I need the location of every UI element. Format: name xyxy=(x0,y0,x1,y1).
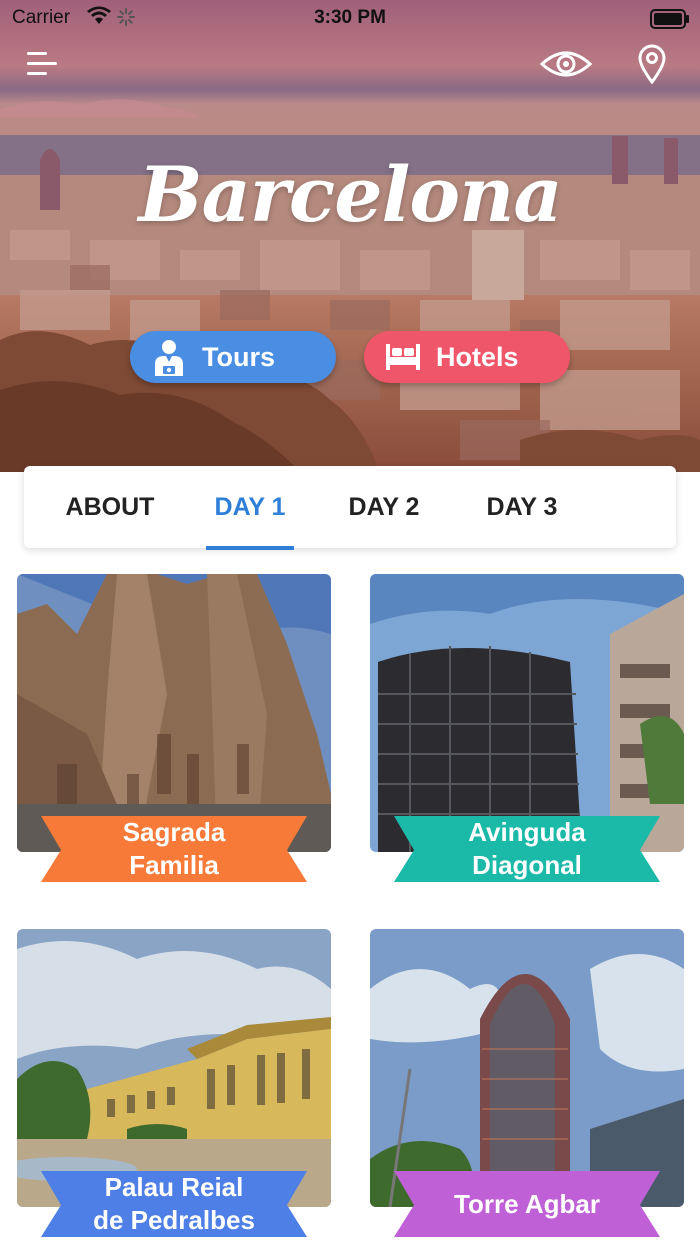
place-photo xyxy=(370,574,684,852)
place-name-line-1: Palau Reial xyxy=(104,1172,244,1202)
tab-day-1[interactable]: DAY 1 xyxy=(206,466,294,548)
day-tab-bar: ABOUT DAY 1 DAY 2 DAY 3 xyxy=(24,466,676,550)
status-bar: Carrier 3:30 PM xyxy=(0,0,700,36)
place-name-line-1: Avinguda xyxy=(468,817,586,847)
place-name: Sagrada Familia xyxy=(17,814,331,884)
view-button[interactable] xyxy=(538,44,594,84)
place-name: Avinguda Diagonal xyxy=(370,814,684,884)
place-name-line-1: Torre Agbar xyxy=(454,1188,600,1219)
hotels-button[interactable]: Hotels xyxy=(364,331,570,383)
tours-button[interactable]: Tours xyxy=(130,331,336,383)
place-card-torre-agbar[interactable]: Torre Agbar xyxy=(370,929,684,1244)
place-photo xyxy=(370,929,684,1207)
menu-button[interactable] xyxy=(20,44,64,84)
tours-label: Tours xyxy=(202,341,275,372)
place-name-line-1: Sagrada xyxy=(122,817,226,847)
place-card-sagrada-familia[interactable]: Sagrada Familia xyxy=(17,574,331,904)
location-pin-icon xyxy=(638,44,666,84)
place-card-palau-reial-de-pedralbes[interactable]: Palau Reial de Pedralbes xyxy=(17,929,331,1244)
place-name-line-2: Familia xyxy=(129,850,219,880)
place-name-line-2: de Pedralbes xyxy=(93,1205,255,1235)
location-button[interactable] xyxy=(630,44,674,84)
place-name: Palau Reial de Pedralbes xyxy=(17,1169,331,1239)
tour-guide-icon xyxy=(146,337,192,377)
hero-banner: Carrier 3:30 PM Barcelona Tours Hotels xyxy=(0,0,700,472)
tab-day-2[interactable]: DAY 2 xyxy=(334,466,434,548)
tab-day-3[interactable]: DAY 3 xyxy=(472,466,572,548)
place-name: Torre Agbar xyxy=(370,1169,684,1239)
active-tab-indicator xyxy=(206,546,294,550)
place-photo xyxy=(17,929,331,1207)
bed-icon xyxy=(380,337,426,377)
battery-icon xyxy=(650,9,690,34)
status-time: 3:30 PM xyxy=(314,7,386,28)
place-card-avinguda-diagonal[interactable]: Avinguda Diagonal xyxy=(370,574,684,904)
menu-icon xyxy=(27,52,57,75)
place-name-line-2: Diagonal xyxy=(472,850,582,880)
tab-about[interactable]: ABOUT xyxy=(50,466,170,548)
hotels-label: Hotels xyxy=(436,341,519,372)
place-photo xyxy=(17,574,331,852)
eye-icon xyxy=(540,51,592,77)
city-title: Barcelona xyxy=(138,150,562,239)
